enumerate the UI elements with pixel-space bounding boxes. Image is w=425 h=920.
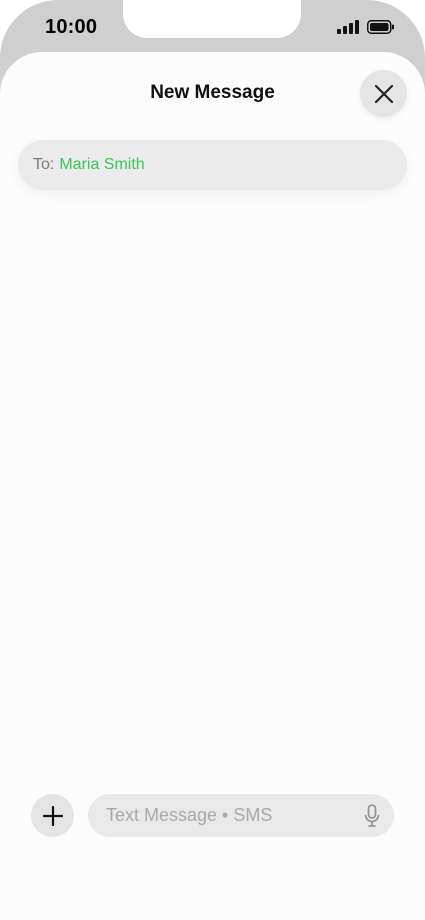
dynamic-island (123, 0, 301, 38)
message-input[interactable] (106, 805, 346, 826)
close-icon (374, 84, 393, 103)
status-icons (337, 19, 395, 35)
compose-bar (0, 794, 425, 840)
message-input-container (88, 794, 394, 837)
new-message-sheet: New Message To: Maria Smith (0, 52, 425, 920)
add-attachment-button[interactable] (31, 794, 74, 837)
close-button[interactable] (360, 70, 407, 117)
signal-icon (337, 20, 359, 34)
phone-screen: 10:00 New Message To: Maria Smith (0, 0, 425, 920)
recipient-name[interactable]: Maria Smith (59, 156, 144, 174)
battery-icon (367, 20, 394, 34)
plus-icon (42, 805, 63, 826)
recipient-field[interactable]: To: Maria Smith (18, 140, 407, 190)
to-label: To: (33, 156, 55, 173)
status-time: 10:00 (45, 16, 98, 38)
microphone-icon[interactable] (364, 804, 380, 828)
status-bar: 10:00 (0, 0, 425, 56)
